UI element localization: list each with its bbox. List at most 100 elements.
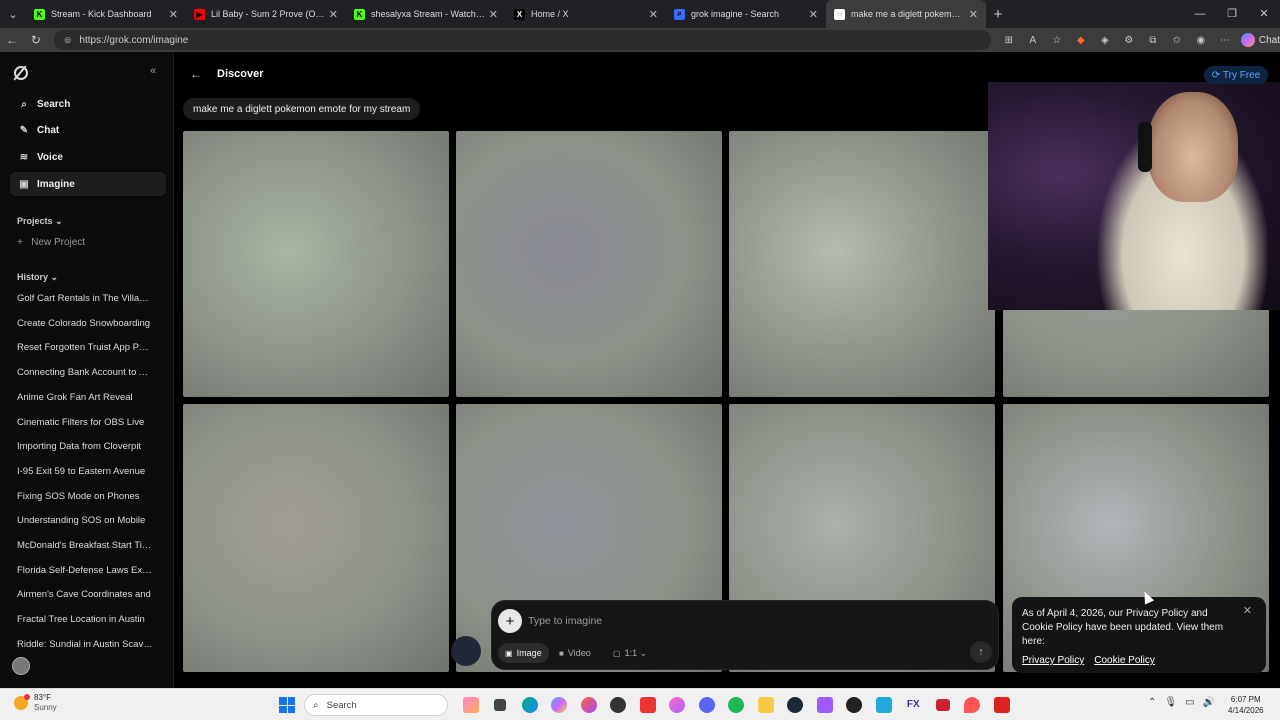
history-item[interactable]: Cinematic Filters for OBS Live xyxy=(17,417,153,428)
task-view-icon[interactable] xyxy=(486,695,516,715)
copilot-chat-button[interactable]: Chat xyxy=(1240,33,1280,47)
imagine-prompt-input[interactable] xyxy=(528,612,968,630)
history-item[interactable]: Importing Data from Cloverpit xyxy=(17,441,153,452)
tab-close-icon[interactable]: ✕ xyxy=(969,8,978,21)
cookie-policy-link[interactable]: Cookie Policy xyxy=(1094,655,1155,666)
favorite-star-icon[interactable]: ☆ xyxy=(1045,35,1069,46)
clapper-app-icon[interactable] xyxy=(810,695,840,715)
attach-plus-button[interactable]: + xyxy=(498,609,522,633)
projects-section-title[interactable]: Projects ⌄ xyxy=(17,216,63,227)
red-app-icon[interactable] xyxy=(633,695,663,715)
history-section-title[interactable]: History ⌄ xyxy=(17,272,58,283)
minimize-icon[interactable]: — xyxy=(1184,0,1216,28)
collapse-sidebar-icon[interactable]: « xyxy=(150,65,156,77)
grok-logo-icon[interactable] xyxy=(14,66,28,80)
tab-close-icon[interactable]: ✕ xyxy=(489,8,498,21)
itunes-icon[interactable] xyxy=(663,695,693,715)
volume-icon[interactable]: 🔊 xyxy=(1203,697,1215,708)
browser-tab[interactable]: K Stream - Kick Dashboard ✕ xyxy=(26,0,186,28)
browser-tab[interactable]: ⌕ grok imagine - Search ✕ xyxy=(666,0,826,28)
generated-image-tile[interactable] xyxy=(729,131,995,397)
privacy-policy-link[interactable]: Privacy Policy xyxy=(1022,655,1084,666)
tab-close-icon[interactable]: ✕ xyxy=(169,8,178,21)
restore-icon[interactable]: ❐ xyxy=(1216,0,1248,28)
taskbar-clock[interactable]: 6:07 PM 4/14/2026 xyxy=(1228,694,1264,716)
reading-view-icon[interactable]: ⊞ xyxy=(997,35,1021,46)
video-mode-button[interactable]: ■ Video xyxy=(552,643,598,663)
fx-app-icon[interactable]: FX xyxy=(899,695,929,715)
new-tab-button[interactable]: + xyxy=(986,6,1010,23)
sidebar-item-chat[interactable]: ✎ Chat xyxy=(10,119,166,143)
back-arrow-icon[interactable]: ← xyxy=(0,33,24,47)
history-item[interactable]: Create Colorado Snowboarding xyxy=(17,318,153,329)
acrobat-icon[interactable] xyxy=(987,695,1017,715)
dark-app-icon[interactable] xyxy=(840,695,870,715)
steam-icon[interactable] xyxy=(781,695,811,715)
taskbar-search[interactable]: ⌕ Search xyxy=(304,694,448,716)
weather-widget[interactable]: 83°F Sunny xyxy=(14,693,57,713)
prompt-chip[interactable]: make me a diglett pokemon emote for my s… xyxy=(183,98,421,120)
history-item[interactable]: Florida Self-Defense Laws Explained xyxy=(17,565,153,576)
browser-tab[interactable]: ◌ make me a diglett pokemon emote for my … xyxy=(826,0,986,28)
close-window-icon[interactable]: ✕ xyxy=(1248,0,1280,28)
send-arrow-button[interactable]: ↑ xyxy=(970,641,992,663)
close-notice-icon[interactable]: ✕ xyxy=(1243,604,1252,617)
sidebar-item-voice[interactable]: ≋ Voice xyxy=(10,145,166,169)
reference-thumbnail[interactable] xyxy=(451,636,481,666)
extension-fox-icon[interactable]: ◆ xyxy=(1069,35,1093,46)
history-item[interactable]: Fixing SOS Mode on Phones xyxy=(17,491,153,502)
chrome-color-icon[interactable] xyxy=(545,695,575,715)
new-project-button[interactable]: + New Project xyxy=(17,237,85,248)
history-item[interactable]: Golf Cart Rentals in The Villages xyxy=(17,293,153,304)
edge-browser-icon[interactable] xyxy=(515,695,545,715)
valorant-icon[interactable] xyxy=(928,695,958,715)
generated-image-tile[interactable] xyxy=(183,131,449,397)
history-item[interactable]: Fractal Tree Location in Austin xyxy=(17,614,153,625)
obs-icon[interactable] xyxy=(604,695,634,715)
tab-close-icon[interactable]: ✕ xyxy=(329,8,338,21)
profile-avatar-icon[interactable]: ◉ xyxy=(1189,35,1213,46)
split-screen-icon[interactable]: ⧉ xyxy=(1141,35,1165,46)
sidebar-item-search[interactable]: ⌕ Search xyxy=(10,92,166,116)
firefox-icon[interactable] xyxy=(574,695,604,715)
tab-close-icon[interactable]: ✕ xyxy=(809,8,818,21)
history-item[interactable]: I-95 Exit 59 to Eastern Avenue xyxy=(17,466,153,477)
aspect-ratio-select[interactable]: ▢ 1:1 ⌄ xyxy=(606,643,654,663)
teal-app-icon[interactable] xyxy=(869,695,899,715)
reload-icon[interactable]: ↻ xyxy=(24,33,48,47)
maps-pin-icon[interactable] xyxy=(958,695,988,715)
read-aloud-icon[interactable]: A xyxy=(1021,35,1045,46)
history-item[interactable]: Reset Forgotten Truist App Password xyxy=(17,342,153,353)
history-item[interactable]: Anime Grok Fan Art Reveal xyxy=(17,392,153,403)
history-item[interactable]: McDonald's Breakfast Start Time xyxy=(17,540,153,551)
sidebar-item-imagine[interactable]: ▣ Imagine xyxy=(10,172,166,197)
tab-search-menu-icon[interactable]: ⌄ xyxy=(0,0,26,28)
browser-tab[interactable]: X Home / X ✕ xyxy=(506,0,666,28)
more-menu-icon[interactable]: ⋯ xyxy=(1213,35,1237,46)
extensions-icon[interactable]: ⚙ xyxy=(1117,35,1141,46)
favorites-icon[interactable]: ✩ xyxy=(1165,35,1189,46)
start-windows-icon[interactable] xyxy=(279,697,295,713)
user-avatar[interactable] xyxy=(12,657,30,675)
site-info-icon[interactable]: ⊜ xyxy=(64,35,72,46)
tab-close-icon[interactable]: ✕ xyxy=(649,8,658,21)
history-item[interactable]: Riddle: Sundial in Austin Scavenger xyxy=(17,639,153,650)
copilot-app-icon[interactable] xyxy=(456,695,486,715)
history-item[interactable]: Connecting Bank Account to App xyxy=(17,367,153,378)
spotify-icon[interactable] xyxy=(722,695,752,715)
url-bar[interactable]: ⊜ https://grok.com/imagine xyxy=(53,30,991,50)
try-free-button[interactable]: ⟳ Try Free xyxy=(1204,66,1268,84)
image-mode-button[interactable]: ▣ Image xyxy=(498,643,549,663)
history-item[interactable]: Understanding SOS on Mobile xyxy=(17,515,153,526)
back-arrow-icon[interactable]: ← xyxy=(186,67,206,83)
tray-overflow-icon[interactable]: ⌃ xyxy=(1148,697,1156,708)
file-explorer-icon[interactable] xyxy=(751,695,781,715)
extension-diamond-icon[interactable]: ◈ xyxy=(1093,35,1117,46)
generated-image-tile[interactable] xyxy=(183,404,449,672)
display-icon[interactable]: ▭ xyxy=(1185,697,1194,708)
browser-tab[interactable]: ▶ Lil Baby - Sum 2 Prove (Official Video)… xyxy=(186,0,346,28)
generated-image-tile[interactable] xyxy=(456,131,722,397)
browser-tab[interactable]: Kshesalyxa Stream - Watch Live on Kick ✕ xyxy=(346,0,506,28)
discord-icon[interactable] xyxy=(692,695,722,715)
microphone-icon[interactable]: 🎙 xyxy=(1164,697,1177,708)
